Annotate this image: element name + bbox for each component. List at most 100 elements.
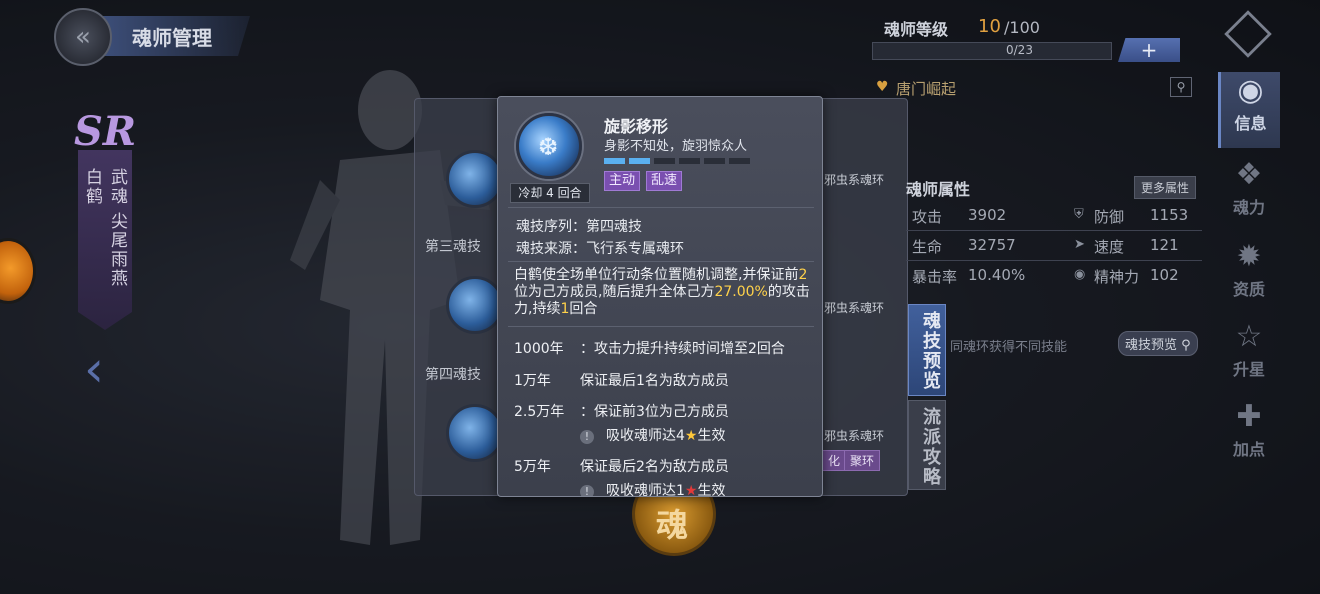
skill-preview-button[interactable]: 魂技预览 ⚲ xyxy=(1118,331,1198,356)
skill-tooltip: ❆ 冷却 4 回合 旋影移形 身影不知处，旋羽惊众人 主动 乱速 魂技序列：第四… xyxy=(497,96,823,497)
level-bar xyxy=(679,158,700,164)
condition-text: 吸收魂师达1 xyxy=(606,483,685,497)
upgrade-row: 5万年 保证最后2名为敌方成员 xyxy=(514,456,729,476)
nav-item-label: 加点 xyxy=(1232,440,1265,459)
stat-value-hp: 32757 xyxy=(968,236,1016,254)
stat-label-speed: 速度 xyxy=(1094,238,1125,256)
skill-level-bars xyxy=(604,158,750,164)
exp-text: 0/23 xyxy=(1006,43,1033,57)
aptitude-icon: ✹ xyxy=(1236,239,1262,274)
stat-value-attack: 3902 xyxy=(968,206,1007,224)
stat-value-crit: 10.40% xyxy=(968,266,1026,284)
skill-school-3: 邪虫系魂环 xyxy=(824,429,885,443)
skill-school-1: 邪虫系魂环 xyxy=(824,173,885,187)
desc-highlight: 27.00% xyxy=(714,284,768,300)
heart-icon: ♥ xyxy=(876,79,889,95)
upgrade-year: 1000年 xyxy=(514,341,564,357)
tab-strategy-label: 流派攻略 xyxy=(920,407,941,487)
stat-label-hp: 生命 xyxy=(912,238,943,256)
tag-chaos-speed: 乱速 xyxy=(646,171,683,191)
level-bar xyxy=(704,158,725,164)
skill-icon-3[interactable] xyxy=(446,150,504,208)
skill-label-4: 第四魂技 xyxy=(425,367,481,383)
rank-label: 魂师等级 xyxy=(884,20,949,39)
stat-label-crit: 暴击率 xyxy=(912,268,958,286)
nav-item-label: 升星 xyxy=(1232,360,1265,379)
stat-divider xyxy=(906,230,1202,231)
upgrade-year: 1万年 xyxy=(514,373,551,389)
skill-icon-4[interactable] xyxy=(446,276,504,334)
skill-subtitle: 身影不知处，旋羽惊众人 xyxy=(604,139,748,154)
desc-highlight: 2 xyxy=(798,267,808,283)
desc-text: 回合 xyxy=(569,301,598,317)
condition-text: 生效 xyxy=(697,483,726,497)
character-name: 白鹤 xyxy=(82,168,102,206)
upgrade-row: 1万年 保证最后1名为敌方成员 xyxy=(514,370,729,390)
star-icon: ★ xyxy=(684,428,698,444)
divider xyxy=(508,326,814,327)
skill-tag-partial: 化 xyxy=(822,450,847,471)
shield-icon: ⛨ xyxy=(1074,207,1084,222)
soul-seal-text: 魂 xyxy=(656,506,689,544)
stat-label-defense: 防御 xyxy=(1094,208,1125,226)
cooldown-label: 冷却 4 回合 xyxy=(510,183,590,203)
nav-item-add-point[interactable]: ✚ 加点 xyxy=(1218,398,1280,474)
star-icon: ★ xyxy=(684,483,698,497)
skill-icon-5[interactable] xyxy=(446,404,504,462)
tag-active: 主动 xyxy=(604,171,641,191)
divider xyxy=(508,207,814,208)
wing-icon: ❆ xyxy=(538,133,559,161)
upgrade-text: ：攻击力提升持续时间增至2回合 xyxy=(580,341,785,357)
character-type: 武魂 xyxy=(107,168,127,206)
search-icon[interactable]: ⚲ xyxy=(1170,77,1192,97)
ring-hint-text: 同魂环获得不同技能 xyxy=(950,340,1068,355)
nav-item-label: 信息 xyxy=(1234,114,1267,133)
spirit-icon: ◉ xyxy=(1074,267,1086,282)
back-button[interactable]: « xyxy=(54,8,112,66)
exp-bar xyxy=(872,42,1112,60)
nav-item-label: 魂力 xyxy=(1232,198,1265,217)
stat-value-spirit: 102 xyxy=(1150,266,1179,284)
stat-value-defense: 1153 xyxy=(1150,206,1189,224)
upgrade-row: 1000年 ：攻击力提升持续时间增至2回合 xyxy=(514,338,785,358)
star-icon: ☆ xyxy=(1235,319,1263,354)
skill-label-3: 第三魂技 xyxy=(425,239,481,255)
tab-skill-preview[interactable]: 魂技预览 xyxy=(908,304,946,396)
desc-text: 位为己方成员,随后提升全体己方 xyxy=(514,284,715,300)
skill-source: 魂技来源：飞行系专属魂环 xyxy=(516,238,684,258)
nav-item-info[interactable]: ◉ 信息 xyxy=(1218,72,1280,148)
soul-power-icon: ❖ xyxy=(1235,157,1263,192)
exclaim-icon: ! xyxy=(580,485,594,496)
upgrade-row: 2.5万年 ：保证前3位为己方成员 xyxy=(514,401,729,421)
level-bar xyxy=(629,158,650,164)
skill-description: 白鹤使全场单位行动条位置随机调整,并保证前2 位为己方成员,随后提升全体己方27.… xyxy=(514,267,814,318)
more-attributes-button[interactable]: 更多属性 xyxy=(1134,176,1197,199)
info-icon: ◉ xyxy=(1237,73,1264,108)
nav-item-aptitude[interactable]: ✹ 资质 xyxy=(1218,238,1280,314)
rank-max: /100 xyxy=(1004,18,1040,37)
skill-preview-button-label: 魂技预览 xyxy=(1125,338,1178,353)
divider xyxy=(508,261,814,262)
source-label: 魂技来源： xyxy=(516,241,586,257)
source-value: 飞行系专属魂环 xyxy=(586,241,684,257)
upgrade-year: 5万年 xyxy=(514,459,551,475)
rank-value: 10 xyxy=(978,16,1001,37)
skill-tag-juhuan: 聚环 xyxy=(844,450,881,471)
condition-text: 吸收魂师达4 xyxy=(606,428,685,444)
skill-tags: 主动 乱速 xyxy=(604,171,683,191)
level-up-button[interactable]: + xyxy=(1118,38,1180,62)
upgrade-text: 保证最后2名为敌方成员 xyxy=(580,459,729,475)
skill-name: 旋影移形 xyxy=(604,117,669,136)
stat-value-speed: 121 xyxy=(1150,236,1179,254)
prev-character-arrow-icon[interactable]: ‹ xyxy=(84,340,104,398)
nav-item-star-up[interactable]: ☆ 升星 xyxy=(1218,318,1280,394)
nav-item-label: 资质 xyxy=(1232,280,1265,299)
nav-item-soul-power[interactable]: ❖ 魂力 xyxy=(1218,156,1280,232)
exclaim-icon: ! xyxy=(580,430,594,444)
add-point-icon: ✚ xyxy=(1236,399,1262,434)
tab-strategy[interactable]: 流派攻略 xyxy=(908,400,946,490)
skill-school-2: 邪虫系魂环 xyxy=(824,301,885,315)
level-bar xyxy=(654,158,675,164)
upgrade-condition: ! 吸收魂师达4★生效 xyxy=(580,425,725,445)
tab-skill-preview-label: 魂技预览 xyxy=(920,311,941,391)
